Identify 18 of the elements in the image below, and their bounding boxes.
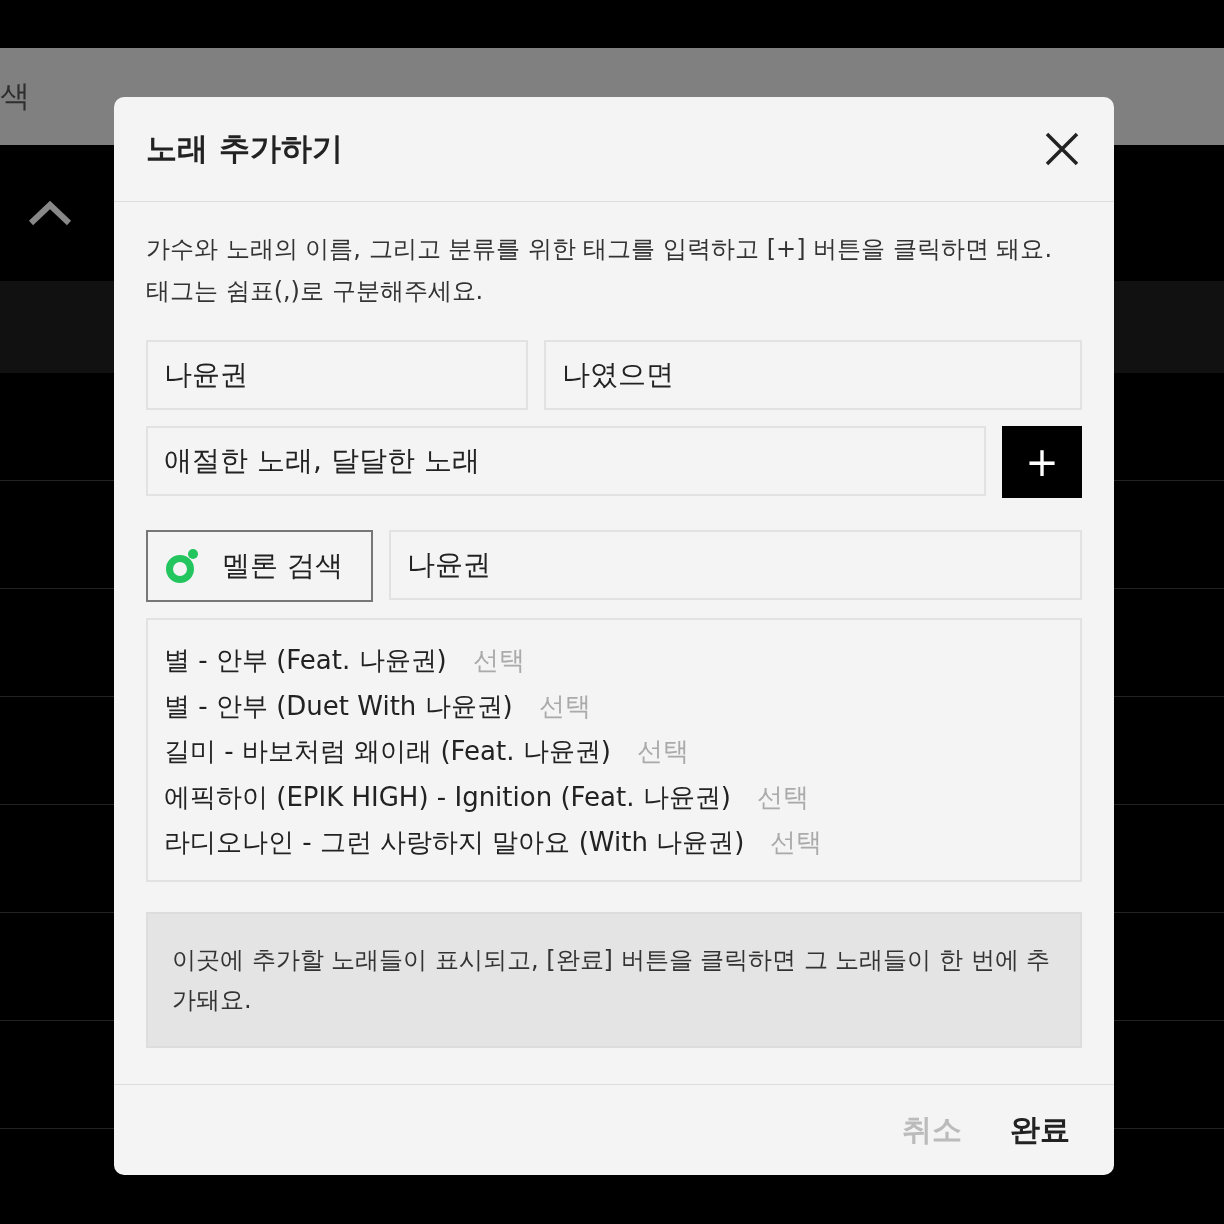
description: 가수와 노래의 이름, 그리고 분류를 위한 태그를 입력하고 [+] 버튼을 클릭하면 돼요. 태그는 쉼표(,)로 구분해주세요. [146, 234, 1053, 307]
chevron-up-icon[interactable] [28, 200, 72, 226]
add-button[interactable]: + [1002, 426, 1082, 498]
search-field[interactable]: 나윤권 [389, 530, 1082, 600]
info-panel: 이곳에 추가할 노래들이 표시되고, [완료] 버튼을 클릭하면 그 노래들이 한 번에 추가돼요. [146, 911, 1082, 1048]
artist-field[interactable]: 나윤권 [146, 340, 528, 410]
result-title: 별 - 안부 (Feat. 나윤권) [164, 644, 447, 678]
tags-field[interactable]: 애절한 노래, 달달한 노래 [146, 426, 986, 496]
melon-search-button[interactable]: 멜론 검색 [146, 530, 373, 602]
song-field[interactable]: 나였으면 [544, 340, 1082, 410]
result-title: 길미 - 바보처럼 왜이래 (Feat. 나윤권) [164, 735, 611, 769]
result-title: 에픽하이 (EPIK HIGH) - Ignition (Feat. 나윤권) [164, 780, 731, 814]
ring-dot-icon [166, 548, 200, 584]
dialog-title: 노래 추가하기 [146, 129, 343, 168]
confirm-button[interactable]: 완료 [1010, 1109, 1070, 1151]
search-bar-text: 색 [0, 77, 30, 115]
result-title: 별 - 안부 (Duet With 나윤권) [164, 689, 513, 723]
result-title: 라디오나인 - 그런 사랑하지 말아요 (With 나윤권) [164, 826, 745, 860]
